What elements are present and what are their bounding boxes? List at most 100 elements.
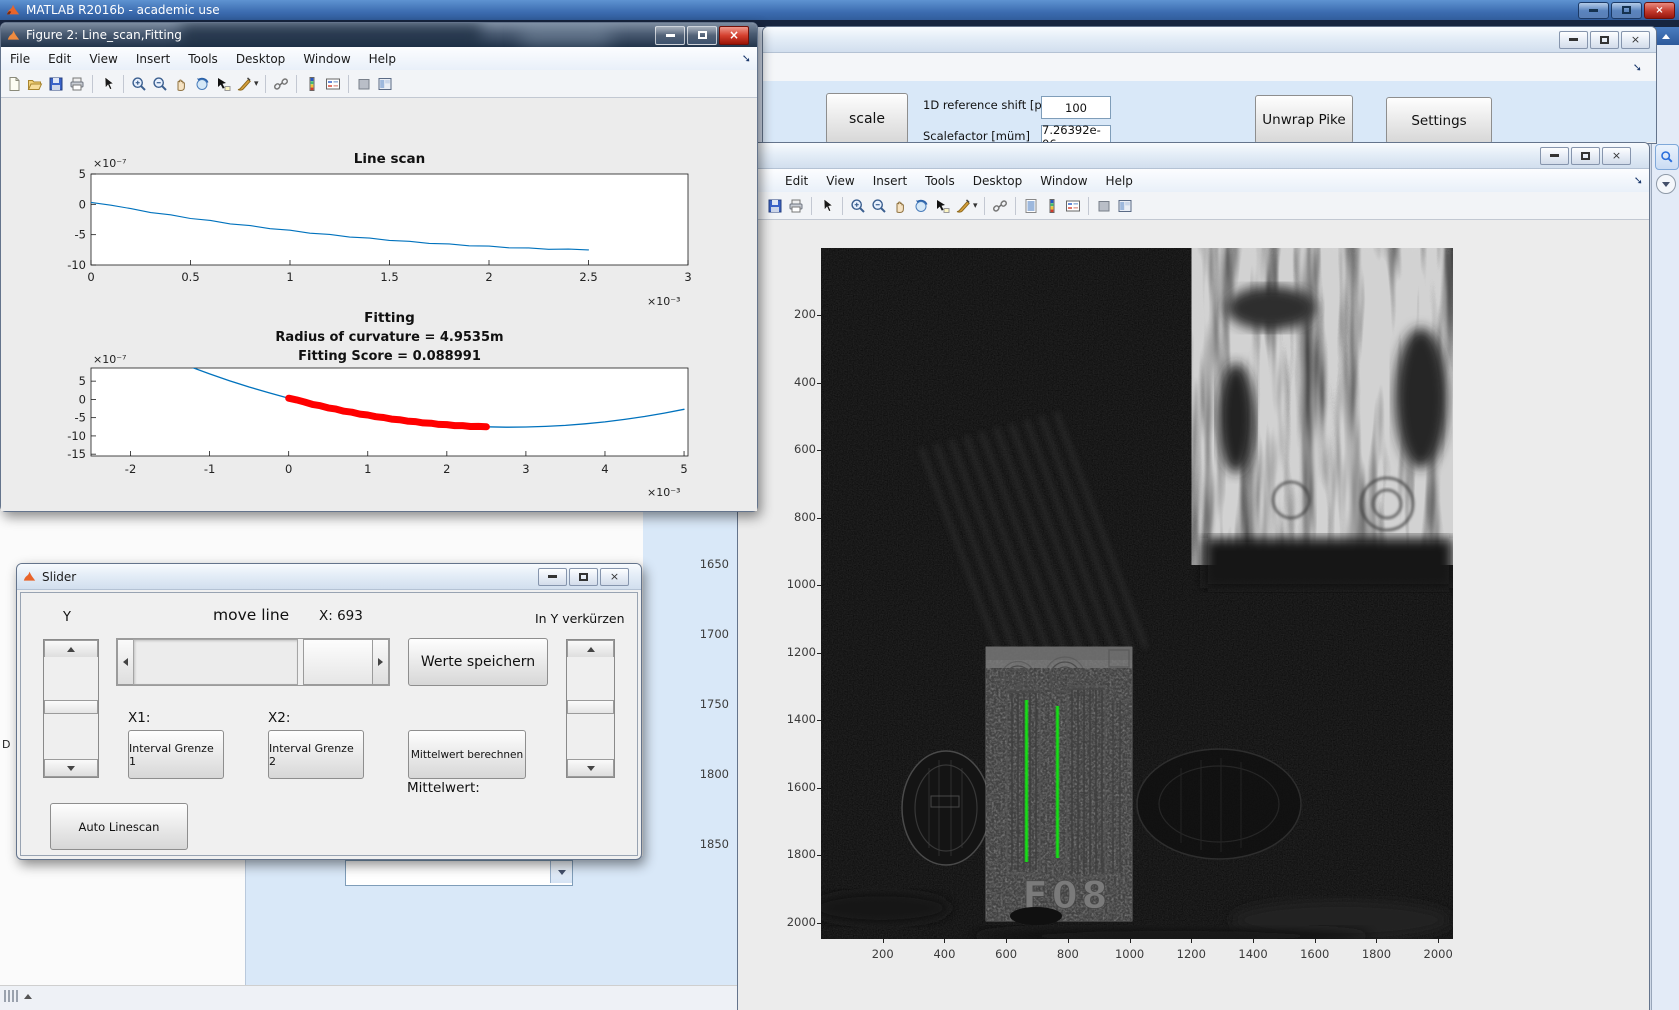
menu-window[interactable]: Window — [1031, 171, 1096, 191]
open-folder-icon[interactable] — [26, 75, 44, 93]
wafer-interferogram-image[interactable]: F08 — [821, 248, 1453, 939]
combo-dropdown-icon[interactable] — [550, 861, 572, 883]
slider-thumb[interactable] — [567, 700, 614, 714]
figure1-titlebar[interactable]: d × — [738, 143, 1649, 169]
interval-limit1-button[interactable]: Interval Grenze 1 — [128, 730, 224, 779]
menu-help[interactable]: Help — [1097, 171, 1142, 191]
plot-tools-on-icon[interactable] — [1116, 197, 1134, 215]
insert-colorb-icon[interactable] — [1022, 197, 1040, 215]
rotate-3d-icon[interactable] — [912, 197, 930, 215]
background-combobox[interactable] — [345, 860, 573, 886]
data-cursor-icon[interactable] — [933, 197, 951, 215]
minimize-button[interactable] — [655, 25, 685, 45]
maximize-button[interactable] — [1590, 30, 1619, 49]
maximize-button[interactable] — [569, 567, 598, 586]
unwrap-pike-button[interactable]: Unwrap Pike — [1255, 95, 1353, 144]
fitting-plot[interactable]: -2 -1 0 1 2 3 4 550-5-10-15FittingRadius of cur… — [61, 301, 711, 501]
zoom-out-icon[interactable] — [870, 197, 888, 215]
menu-desktop[interactable]: Desktop — [227, 49, 295, 69]
gui-titlebar[interactable]: × — [763, 27, 1656, 53]
pan-hand-icon[interactable] — [891, 197, 909, 215]
menu-help[interactable]: Help — [360, 49, 405, 69]
rotate-3d-icon[interactable] — [193, 75, 211, 93]
slider-right-icon[interactable] — [372, 639, 389, 685]
shorten-y-slider[interactable] — [566, 639, 615, 778]
slider-down-icon[interactable] — [567, 759, 614, 777]
slider-up-icon[interactable] — [44, 640, 98, 658]
print-icon[interactable] — [787, 197, 805, 215]
insert-colorbar-icon[interactable] — [303, 75, 321, 93]
line-scan-plot[interactable]: 0 0.5 1 1.5 2 2.5 350-5-10Line scan×10⁻⁷×10⁻³ — [61, 146, 711, 316]
data-cursor-icon[interactable] — [214, 75, 232, 93]
save-values-button[interactable]: Werte speichern — [408, 638, 548, 686]
dock-arrow-icon[interactable]: ➘ — [742, 52, 751, 65]
link-plot-icon[interactable] — [991, 197, 1009, 215]
menu-window[interactable]: Window — [294, 49, 359, 69]
menu-insert[interactable]: Insert — [127, 49, 179, 69]
menu-edit[interactable]: Edit — [39, 49, 80, 69]
close-button[interactable]: × — [1621, 30, 1650, 49]
move-line-slider[interactable] — [116, 638, 390, 686]
close-button[interactable]: × — [1602, 146, 1631, 165]
dock-arrow-icon[interactable]: ➘ — [1633, 61, 1642, 74]
minimize-button[interactable] — [1578, 1, 1609, 19]
settings-button[interactable]: Settings — [1386, 97, 1492, 144]
plot-tools-off-icon[interactable] — [355, 75, 373, 93]
compute-mean-button[interactable]: Mittelwert berechnen — [408, 730, 526, 779]
tick-mark — [1129, 939, 1131, 943]
arrow-cursor-icon[interactable] — [99, 75, 117, 93]
y-slider[interactable] — [43, 639, 99, 778]
dock-arrow-icon[interactable]: ➘ — [1634, 174, 1643, 187]
new-doc-icon[interactable] — [5, 75, 23, 93]
slider-left-icon[interactable] — [117, 639, 134, 685]
chevron-down-icon[interactable] — [1656, 174, 1676, 194]
dropdown-caret-icon[interactable]: ▾ — [973, 201, 978, 211]
dropdown-caret-icon[interactable]: ▾ — [254, 79, 259, 89]
slider-down-icon[interactable] — [44, 759, 98, 777]
zoom-in-icon[interactable] — [849, 197, 867, 215]
pan-hand-icon[interactable] — [172, 75, 190, 93]
maximize-button[interactable] — [1611, 1, 1642, 19]
insert-colorbar-icon[interactable] — [1043, 197, 1061, 215]
plot-tools-off-icon[interactable] — [1095, 197, 1113, 215]
minimize-button[interactable] — [1540, 146, 1569, 165]
minimize-button[interactable] — [1559, 30, 1588, 49]
plot-tools-on-icon[interactable] — [376, 75, 394, 93]
menu-view[interactable]: View — [80, 49, 126, 69]
maximize-button[interactable] — [687, 25, 717, 45]
auto-linescan-button[interactable]: Auto Linescan — [50, 803, 188, 850]
close-button[interactable]: × — [600, 567, 629, 586]
menu-view[interactable]: View — [817, 171, 863, 191]
menu-edit[interactable]: Edit — [776, 171, 817, 191]
slider-titlebar[interactable]: Slider × — [17, 564, 641, 590]
menu-tools[interactable]: Tools — [179, 49, 227, 69]
scale-button[interactable]: scale — [826, 93, 908, 144]
link-plot-icon[interactable] — [272, 75, 290, 93]
slider-thumb[interactable] — [44, 700, 98, 714]
minimize-button[interactable] — [538, 567, 567, 586]
brush-icon[interactable] — [235, 75, 253, 93]
print-icon[interactable] — [68, 75, 86, 93]
brush-icon[interactable] — [954, 197, 972, 215]
close-button[interactable]: × — [719, 25, 749, 45]
slider-up-icon[interactable] — [567, 640, 614, 658]
search-button[interactable] — [1655, 144, 1679, 170]
ref-shift-input[interactable]: 100 — [1041, 96, 1111, 119]
arrow-cursor-icon[interactable] — [818, 197, 836, 215]
save-icon[interactable] — [766, 197, 784, 215]
drag-grip-icon[interactable] — [4, 990, 32, 1002]
save-icon[interactable] — [47, 75, 65, 93]
insert-legend-icon[interactable] — [324, 75, 342, 93]
menu-desktop[interactable]: Desktop — [964, 171, 1032, 191]
menu-file[interactable]: File — [1, 49, 39, 69]
maximize-button[interactable] — [1571, 146, 1600, 165]
figure2-titlebar[interactable]: Figure 2: Line_scan,Fitting × — [1, 23, 757, 47]
zoom-in-icon[interactable] — [130, 75, 148, 93]
zoom-out-icon[interactable] — [151, 75, 169, 93]
close-button[interactable]: × — [1644, 1, 1675, 19]
menu-insert[interactable]: Insert — [864, 171, 916, 191]
interval-limit2-button[interactable]: Interval Grenze 2 — [268, 730, 364, 779]
slider-thumb[interactable] — [303, 639, 373, 685]
menu-tools[interactable]: Tools — [916, 171, 964, 191]
insert-legend-icon[interactable] — [1064, 197, 1082, 215]
